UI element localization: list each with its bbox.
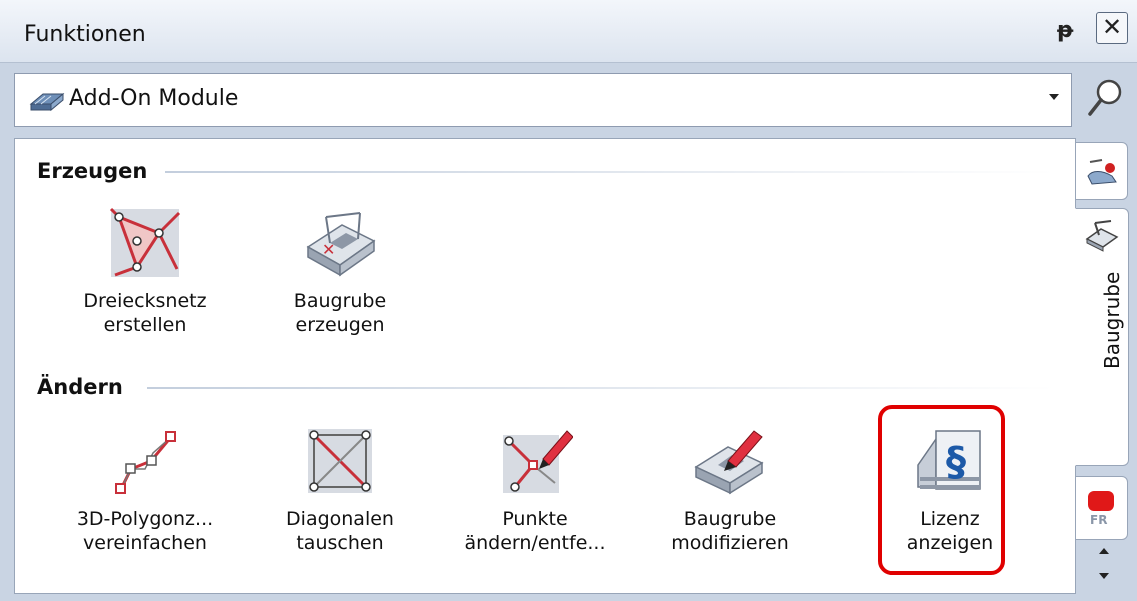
search-icon[interactable] <box>1085 76 1125 120</box>
swap-diagonals-icon <box>308 429 372 493</box>
module-dropdown[interactable]: Add-On Module <box>14 73 1072 127</box>
polyline-simplify-icon <box>115 431 176 494</box>
dropdown-selected-value: Add-On Module <box>69 86 239 111</box>
excavation-create-icon: ✕ <box>306 212 376 277</box>
tool-label: Dreiecksnetz erstellen <box>83 290 207 336</box>
section-title-erzeugen: Erzeugen <box>37 159 148 183</box>
pin-icon[interactable]: ᵽ <box>1057 18 1073 43</box>
excavation-modify-icon <box>694 430 764 495</box>
tool-dreiecksnetz-erstellen[interactable]: Dreiecksnetz erstellen <box>60 207 230 357</box>
close-button[interactable]: ✕ <box>1096 12 1128 44</box>
tool-punkte-aendern-entfernen[interactable]: Punkte ändern/entfe... <box>450 425 620 575</box>
panel-titlebar: Funktionen ᵽ ✕ <box>0 0 1137 63</box>
side-tab-label: Baugrube <box>1100 271 1124 369</box>
side-tab-functions[interactable] <box>1076 142 1128 200</box>
tool-label: Punkte ändern/entfe... <box>464 508 606 554</box>
triangle-mesh-icon <box>109 207 181 277</box>
scroll-down-arrow[interactable] <box>1099 573 1109 579</box>
tool-label: Baugrube erzeugen <box>293 290 387 336</box>
section-divider <box>165 171 1055 173</box>
side-tab-fr[interactable]: FR <box>1076 476 1128 540</box>
highlight-frame <box>878 405 1005 575</box>
tool-baugrube-erzeugen[interactable]: ✕ Baugrube erzeugen <box>255 207 425 357</box>
section-divider <box>147 387 1055 389</box>
chevron-down-icon[interactable] <box>1049 94 1059 100</box>
svg-text:✕: ✕ <box>322 240 335 259</box>
tool-label: 3D-Polygonz... vereinfachen <box>76 508 214 554</box>
hand-tools-icon <box>1087 159 1117 185</box>
fr-badge-icon <box>1088 491 1114 511</box>
tool-diagonalen-tauschen[interactable]: Diagonalen tauschen <box>255 425 425 575</box>
tool-baugrube-modifizieren[interactable]: Baugrube modifizieren <box>645 425 815 575</box>
tool-label: Baugrube modifizieren <box>671 508 789 554</box>
section-title-aendern: Ändern <box>37 375 123 399</box>
add-on-module-icon <box>29 92 65 112</box>
panel-title: Funktionen <box>24 22 146 47</box>
edit-points-icon <box>503 430 573 493</box>
scroll-up-arrow[interactable] <box>1099 548 1109 554</box>
tool-3d-polygonzug-vereinfachen[interactable]: 3D-Polygonz... vereinfachen <box>60 425 230 575</box>
tool-label: Diagonalen tauschen <box>286 508 394 554</box>
fr-badge-label: FR <box>1090 513 1108 527</box>
